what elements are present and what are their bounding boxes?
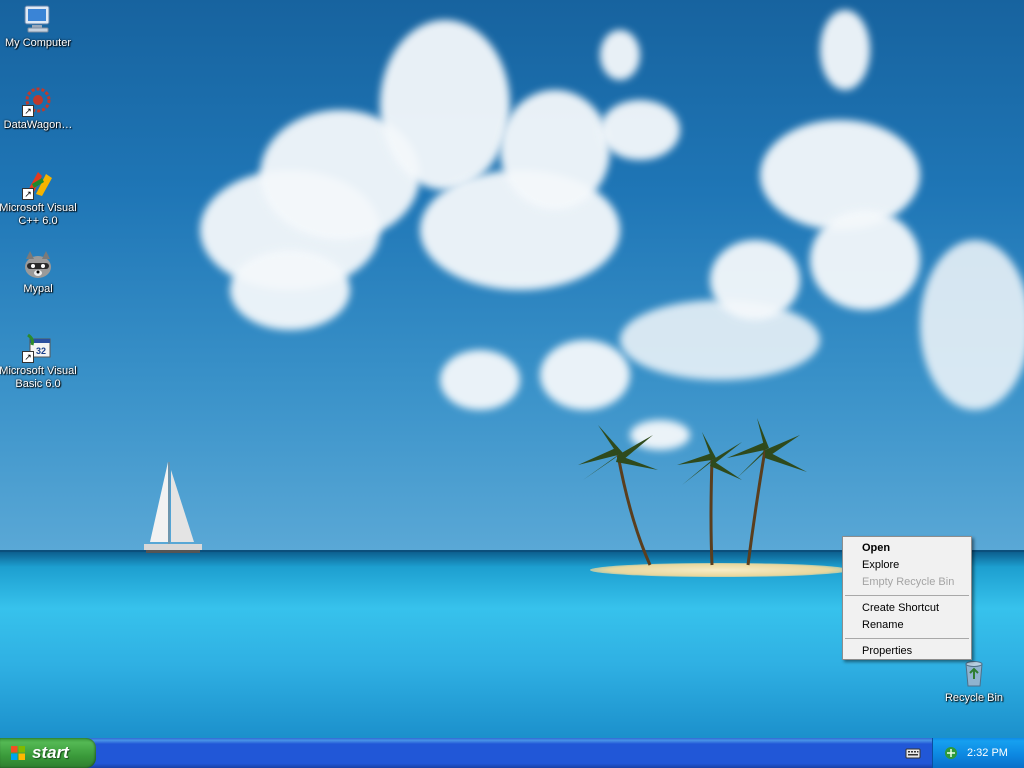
menu-item-empty-recycle-bin: Empty Recycle Bin [862,576,955,588]
wallpaper-cloud [710,240,800,320]
shortcut-arrow-icon: ↗ [22,105,34,117]
menu-item-rename[interactable]: Rename [843,617,971,634]
desktop-icon-datawagon[interactable]: ↗ DataWagon… [0,85,78,132]
taskbar: start 2:32 PM [0,738,1024,768]
system-tray: 2:32 PM [932,738,1024,768]
desktop-icon-visual-cpp[interactable]: ↗ Microsoft Visual C++ 6.0 [0,168,78,228]
wallpaper-cloud [600,100,680,160]
wallpaper-cloud [380,20,510,190]
wallpaper-cloud [600,30,640,80]
windows-flag-icon [11,746,25,760]
recycle-bin-icon [958,658,990,690]
taskbar-clock[interactable]: 2:32 PM [967,738,1008,768]
tray-network-icon[interactable] [943,745,959,761]
desktop-icon-label: Microsoft Visual Basic 6.0 [0,365,78,391]
menu-item-properties[interactable]: Properties [843,643,971,660]
wallpaper-cloud [440,350,520,410]
palm-trees-image [578,418,807,566]
start-button[interactable]: start [0,738,96,768]
wallpaper-cloud [760,120,920,230]
menu-item-open[interactable]: Open [843,540,971,557]
wallpaper-cloud [820,10,870,90]
shortcut-arrow-icon: ↗ [22,188,34,200]
wallpaper-cloud [810,210,920,310]
my-computer-icon [22,3,54,35]
visual-cpp-icon: ↗ [22,168,54,200]
desktop-icon-label: Mypal [23,283,53,295]
desktop-icon-label: Recycle Bin [944,692,1004,704]
mypal-raccoon-icon [22,249,54,281]
desktop-icon-visual-basic[interactable]: 32 ↗ Microsoft Visual Basic 6.0 [0,331,78,391]
datawagon-icon: ↗ [22,85,54,117]
visual-basic-icon: 32 ↗ [22,331,54,363]
wallpaper-cloud [230,250,350,330]
desktop-icon-label: Microsoft Visual C++ 6.0 [0,202,78,228]
desktop-icon-label: DataWagon… [3,119,73,131]
desktop-icon-label: My Computer [4,37,72,49]
menu-item-create-shortcut[interactable]: Create Shortcut [843,600,971,617]
sailboat-image [144,462,202,553]
desktop-icon-label-line1: Microsoft Visual [0,365,77,377]
start-label: start [32,743,69,762]
keyboard-language-icon[interactable] [905,745,921,761]
desktop-icon-my-computer[interactable]: My Computer [0,3,78,50]
menu-separator [845,595,969,596]
recycle-bin-context-menu: Open Explore Empty Recycle Bin Create Sh… [842,536,972,660]
desktop-icon-label-line2: Basic 6.0 [15,378,61,390]
shortcut-arrow-icon: ↗ [22,351,34,363]
desktop-icon-label-line1: Microsoft Visual [0,202,77,214]
menu-separator [845,638,969,639]
menu-item-explore[interactable]: Explore [843,557,971,574]
wallpaper-cloud [500,90,610,210]
desktop-icon-mypal[interactable]: Mypal [0,249,78,296]
wallpaper-cloud [920,240,1024,410]
desktop-icon-label-line2: C++ 6.0 [18,215,58,227]
wallpaper-cloud [620,300,820,380]
wallpaper-cloud [540,340,630,410]
desktop-icon-recycle-bin[interactable]: Recycle Bin [934,658,1014,705]
svg-text:32: 32 [36,346,46,356]
